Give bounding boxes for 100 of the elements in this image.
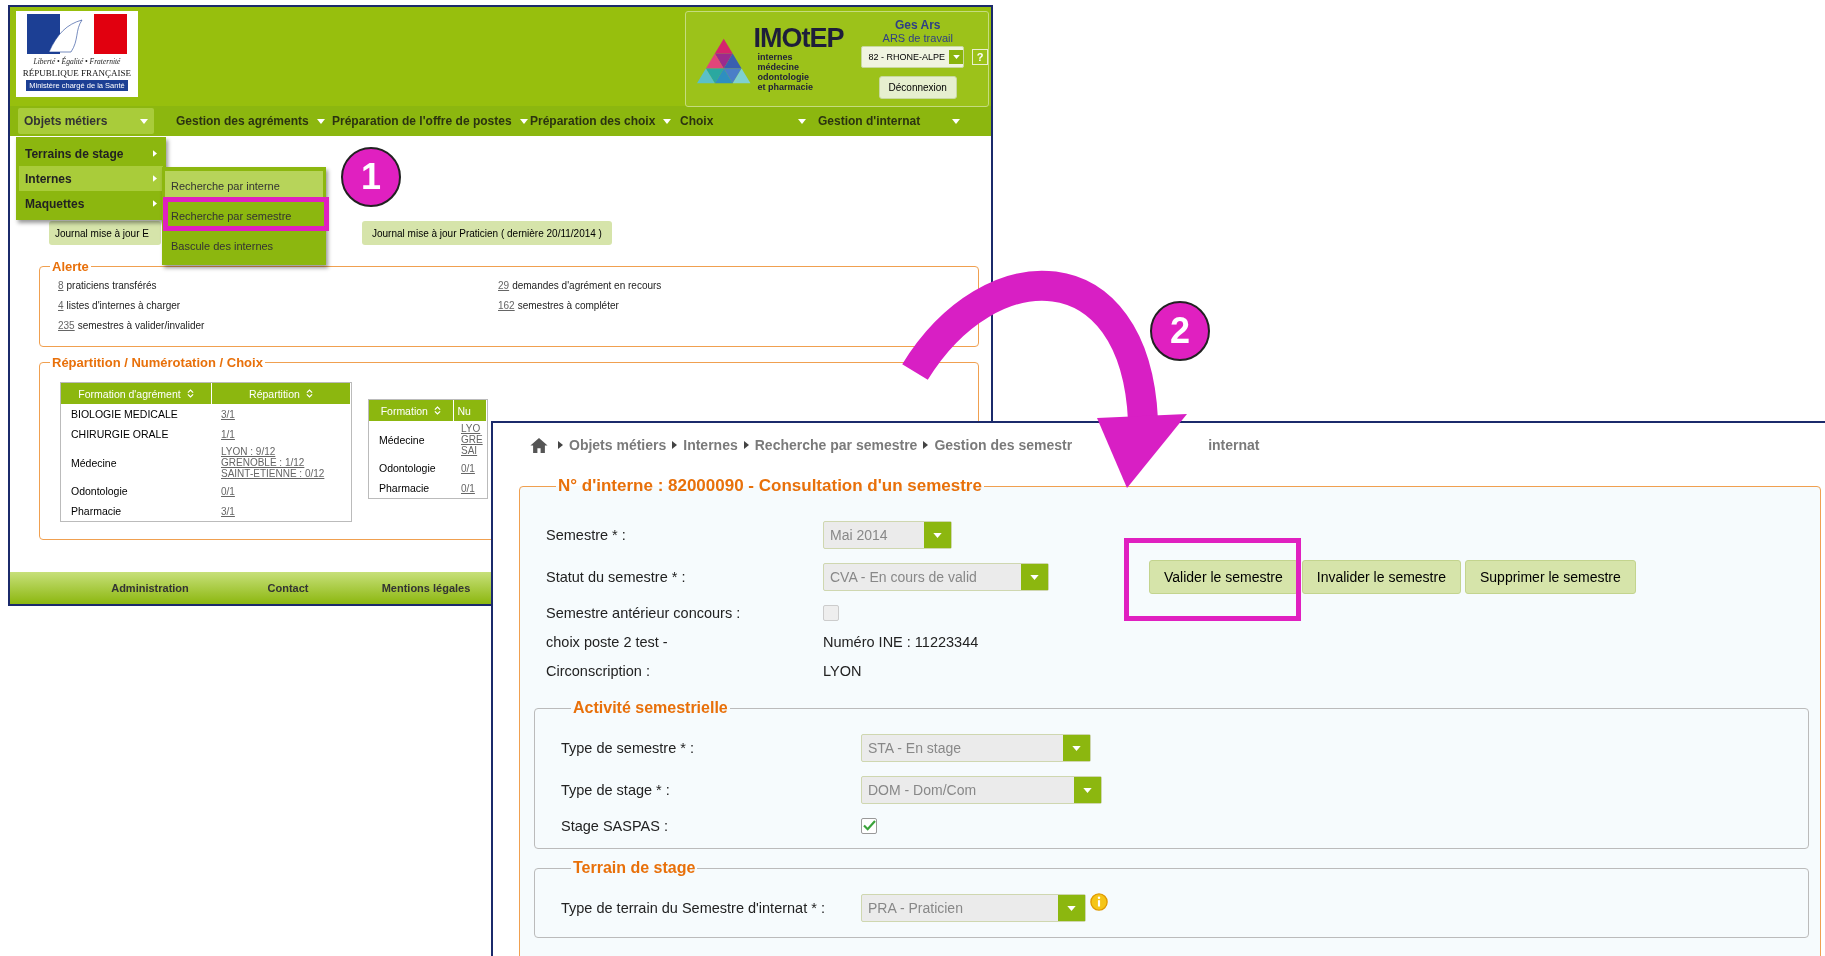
breadcrumb-text: internat — [1208, 437, 1260, 453]
caret-icon — [1083, 787, 1092, 793]
caret-icon — [1030, 574, 1039, 580]
table-link[interactable]: LYON : 9/12 — [221, 446, 346, 457]
nav-menu-item[interactable]: Préparation de l'offre de postes — [326, 108, 524, 134]
nav-menu-item[interactable]: Préparation des choix — [524, 108, 674, 134]
table-link[interactable]: 3/1 — [221, 505, 346, 517]
field-label: Type de stage * : — [561, 782, 671, 798]
caret-icon — [316, 118, 325, 124]
table-link[interactable]: 1/1 — [221, 428, 346, 440]
info-icon[interactable] — [1090, 893, 1108, 911]
alert-text: praticiens transférés — [66, 280, 157, 291]
count-link[interactable]: 29 — [498, 280, 510, 291]
table-link[interactable]: 0/1 — [221, 485, 346, 497]
table-link[interactable]: LYO — [461, 423, 484, 434]
table-cell: BIOLOGIE MEDICALE — [71, 408, 178, 420]
brand-tagline: odontologie — [756, 72, 810, 82]
field-label: Semestre antérieur concours : — [546, 604, 742, 621]
caret-icon — [798, 118, 806, 124]
field-label: Type de terrain du Semestre d'internat * : — [561, 900, 826, 916]
alert-text: semestres à compléter — [517, 300, 619, 311]
caret-icon — [153, 175, 157, 182]
table-link[interactable]: 0/1 — [461, 482, 484, 494]
journal-button[interactable]: Journal mise à jour E — [49, 221, 161, 245]
field-label: Statut du semestre * : — [546, 569, 687, 585]
nav-menu-item[interactable]: Gestion des agréments — [170, 108, 326, 134]
logout-button[interactable]: Déconnexion — [878, 76, 957, 99]
field-label: Stage SASPAS : — [561, 817, 669, 834]
caret-icon — [153, 200, 157, 207]
user-name: Ges Ars — [894, 18, 941, 32]
breadcrumb-link[interactable]: Recherche par semestre — [754, 437, 918, 453]
home-icon[interactable] — [530, 437, 548, 453]
user-role: ARS de travail — [882, 32, 953, 44]
menu-item[interactable]: Internes — [19, 166, 163, 191]
region-dropdown[interactable]: 82 - RHONE-ALPE — [861, 46, 964, 68]
count-link[interactable]: 162 — [498, 300, 515, 311]
menu-item[interactable]: Terrains de stage — [19, 141, 163, 166]
table-cell: Pharmacie — [71, 505, 122, 517]
breadcrumb-link[interactable]: Internes — [683, 437, 738, 453]
chevron-icon — [923, 441, 929, 449]
brand-name: IMOtEP — [753, 24, 844, 52]
field-value: Numéro INE : 11223344 — [823, 633, 979, 650]
action-button[interactable]: Invalider le semestre — [1301, 560, 1461, 594]
caret-icon — [1072, 745, 1081, 751]
chevron-icon — [672, 441, 678, 449]
table-link[interactable]: SAINT-ETIENNE : 0/12 — [221, 468, 346, 479]
alert-text: semestres à valider/invalider — [77, 320, 205, 331]
field-label: Type de semestre * : — [561, 740, 695, 756]
menu-item[interactable]: Maquettes — [19, 191, 163, 216]
submenu-item[interactable]: Bascule des internes — [165, 231, 323, 261]
caret-icon — [1067, 905, 1076, 911]
section-title: Répartition / Numérotation / Choix — [51, 355, 264, 370]
checkbox[interactable] — [861, 817, 877, 834]
action-button[interactable]: Valider le semestre — [1149, 560, 1298, 594]
alert-text: demandes d'agrément en recours — [512, 280, 662, 291]
field-label: Circonscription : — [546, 662, 651, 679]
table-link[interactable]: GRE — [461, 434, 484, 445]
footer-link[interactable]: Contact — [228, 582, 348, 594]
breadcrumb-link[interactable]: Gestion des semestr — [934, 437, 1073, 453]
count-link[interactable]: 8 — [58, 280, 64, 291]
table-cell: Médecine — [71, 456, 117, 469]
caret-icon — [952, 118, 960, 124]
sort-icon — [305, 389, 313, 398]
brand-tagline: internes — [756, 52, 794, 62]
count-link[interactable]: 235 — [58, 320, 75, 331]
alert-text: listes d'internes à charger — [66, 300, 181, 311]
caret-icon — [153, 150, 157, 157]
table-cell: Odontologie — [71, 485, 128, 497]
table-link[interactable]: 0/1 — [461, 462, 484, 474]
footer-link[interactable]: Mentions légales — [366, 582, 486, 594]
country-text: RÉPUBLIQUE FRANÇAISE — [22, 68, 132, 78]
caret-icon — [933, 532, 942, 538]
form-title: N° d'interne : 82000090 - Consultation d'un semestre — [557, 476, 983, 496]
field-label: Semestre * : — [546, 527, 627, 543]
field-value: LYON — [823, 662, 862, 679]
table-link[interactable]: GRENOBLE : 1/12 — [221, 457, 346, 468]
table-cell: CHIRURGIE ORALE — [71, 428, 169, 440]
caret-icon — [952, 55, 960, 59]
field-label: choix poste 2 test - — [546, 633, 669, 650]
nav-menu-item[interactable]: Objets métiers — [18, 108, 154, 134]
action-button[interactable]: Supprimer le semestre — [1464, 560, 1636, 594]
breadcrumb-link[interactable]: Objets métiers — [569, 437, 667, 453]
nav-menu-item[interactable]: Gestion d'internat — [812, 108, 966, 134]
caret-icon — [140, 118, 148, 124]
table-cell: Odontologie — [379, 462, 436, 474]
sort-icon — [433, 406, 441, 415]
nav-menu-item[interactable]: Choix — [674, 108, 812, 134]
brand-tagline: médecine — [756, 62, 800, 72]
table-link[interactable]: 3/1 — [221, 408, 346, 420]
count-link[interactable]: 4 — [58, 300, 64, 311]
checkbox[interactable] — [823, 604, 839, 621]
table-cell: Médecine — [379, 433, 425, 446]
section-title: Alerte — [51, 259, 90, 274]
caret-icon — [519, 118, 528, 124]
journal-button[interactable]: Journal mise à jour Praticien ( dernière 20/11/2014 ) — [362, 221, 612, 245]
footer-link[interactable]: Administration — [90, 582, 210, 594]
section-title: Activité semestrielle — [572, 699, 729, 717]
chevron-icon — [558, 441, 563, 449]
table-link[interactable]: SAI — [461, 445, 484, 456]
section-title: Terrain de stage — [572, 859, 697, 877]
